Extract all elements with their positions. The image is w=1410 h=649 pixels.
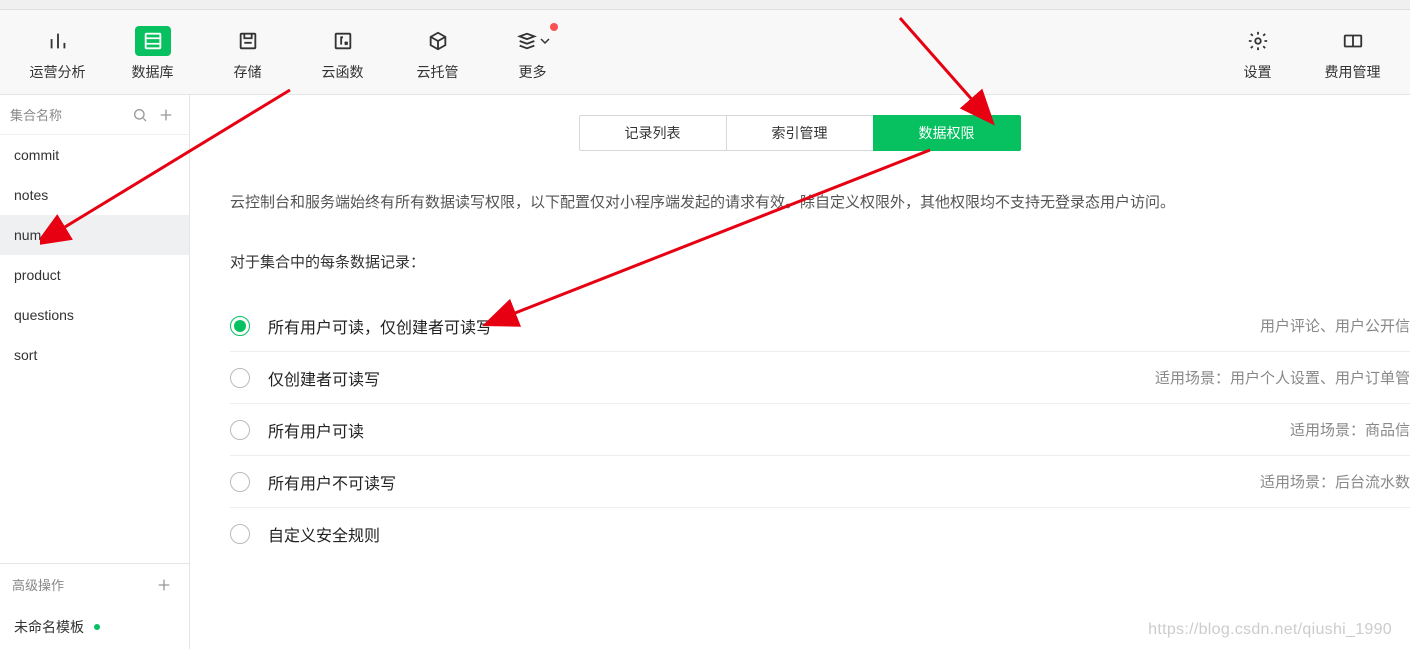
radio-icon[interactable] <box>230 524 250 544</box>
nav-item-more[interactable]: 更多 <box>485 19 580 89</box>
collection-label: notes <box>14 187 48 203</box>
content-inner: 云控制台和服务端始终有所有数据读写权限，以下配置仅对小程序端发起的请求有效。除自… <box>190 191 1410 560</box>
search-icon[interactable] <box>127 102 153 128</box>
nav-label: 存储 <box>234 62 262 82</box>
permission-option-3[interactable]: 所有用户可读 适用场景：商品信 <box>230 404 1410 456</box>
main-layout: 集合名称 commit notes num product questions … <box>0 95 1410 649</box>
collection-label: sort <box>14 347 37 363</box>
option-hint: 适用场景：商品信 <box>1290 419 1410 440</box>
option-hint: 适用场景：后台流水数 <box>1260 471 1410 492</box>
nav-item-settings[interactable]: 设置 <box>1210 19 1305 89</box>
sidebar-gap <box>0 375 189 563</box>
cube-icon <box>420 26 456 56</box>
content-area: 记录列表 索引管理 数据权限 云控制台和服务端始终有所有数据读写权限，以下配置仅… <box>190 95 1410 649</box>
collection-item-sort[interactable]: sort <box>0 335 189 375</box>
sidebar: 集合名称 commit notes num product questions … <box>0 95 190 649</box>
collection-item-notes[interactable]: notes <box>0 175 189 215</box>
sidebar-template-label: 未命名模板 <box>14 617 84 637</box>
bar-chart-icon <box>40 26 76 56</box>
caret-down-icon <box>540 36 550 46</box>
radio-icon[interactable] <box>230 368 250 388</box>
nav-label: 费用管理 <box>1325 62 1381 82</box>
tabs: 记录列表 索引管理 数据权限 <box>190 115 1410 151</box>
collection-label: questions <box>14 307 74 323</box>
tab-label: 索引管理 <box>772 123 828 143</box>
collection-list: commit notes num product questions sort <box>0 135 189 375</box>
nav-label: 更多 <box>519 62 547 82</box>
tab-label: 记录列表 <box>625 123 681 143</box>
option-label: 所有用户可读 <box>268 418 1290 442</box>
permission-option-1[interactable]: 所有用户可读，仅创建者可读写 用户评论、用户公开信 <box>230 300 1410 352</box>
top-navbar: 运营分析 数据库 存储 <box>0 10 1410 95</box>
top-navbar-inner: 运营分析 数据库 存储 <box>10 10 1400 95</box>
top-navbar-right: 设置 费用管理 <box>1210 15 1400 89</box>
radio-icon[interactable] <box>230 472 250 492</box>
permission-option-5[interactable]: 自定义安全规则 <box>230 508 1410 560</box>
sidebar-advanced-section[interactable]: 高级操作 <box>0 563 189 605</box>
tab-label: 数据权限 <box>919 123 975 143</box>
option-hint: 适用场景：用户个人设置、用户订单管 <box>1155 367 1410 388</box>
status-dot-icon <box>94 624 100 630</box>
tab-index[interactable]: 索引管理 <box>726 115 874 151</box>
collection-label: commit <box>14 147 59 163</box>
permission-option-4[interactable]: 所有用户不可读写 适用场景：后台流水数 <box>230 456 1410 508</box>
sidebar-header-label: 集合名称 <box>10 105 127 124</box>
collection-item-commit[interactable]: commit <box>0 135 189 175</box>
notification-dot-icon <box>550 23 558 31</box>
nav-item-database[interactable]: 数据库 <box>105 19 200 89</box>
nav-item-cloud-functions[interactable]: 云函数 <box>295 19 390 89</box>
function-icon <box>325 26 361 56</box>
collection-item-questions[interactable]: questions <box>0 295 189 335</box>
sidebar-advanced-label: 高级操作 <box>12 575 151 594</box>
plus-icon[interactable] <box>153 102 179 128</box>
gear-icon <box>1240 26 1276 56</box>
nav-label: 云托管 <box>417 62 459 82</box>
nav-item-storage[interactable]: 存储 <box>200 19 295 89</box>
collection-label: product <box>14 267 61 283</box>
option-hint: 用户评论、用户公开信 <box>1260 315 1410 336</box>
collection-item-product[interactable]: product <box>0 255 189 295</box>
save-icon <box>230 26 266 56</box>
permission-description: 云控制台和服务端始终有所有数据读写权限，以下配置仅对小程序端发起的请求有效。除自… <box>230 191 1410 215</box>
option-label: 仅创建者可读写 <box>268 366 1155 390</box>
nav-item-cloud-hosting[interactable]: 云托管 <box>390 19 485 89</box>
option-label: 自定义安全规则 <box>268 522 1410 546</box>
option-label: 所有用户可读，仅创建者可读写 <box>268 314 1260 338</box>
nav-item-billing[interactable]: 费用管理 <box>1305 19 1400 89</box>
collection-item-num[interactable]: num <box>0 215 189 255</box>
database-icon <box>135 26 171 56</box>
nav-label: 数据库 <box>132 62 174 82</box>
radio-icon[interactable] <box>230 420 250 440</box>
title-bar-strip <box>0 0 1410 10</box>
plus-icon[interactable] <box>151 572 177 598</box>
nav-label: 运营分析 <box>30 62 86 82</box>
tab-permissions[interactable]: 数据权限 <box>873 115 1021 151</box>
option-label: 所有用户不可读写 <box>268 470 1260 494</box>
radio-icon[interactable] <box>230 316 250 336</box>
sidebar-template-item[interactable]: 未命名模板 <box>0 605 189 649</box>
collection-label: num <box>14 227 41 243</box>
nav-label: 设置 <box>1244 62 1272 82</box>
billing-icon <box>1335 26 1371 56</box>
nav-label: 云函数 <box>322 62 364 82</box>
nav-item-analytics[interactable]: 运营分析 <box>10 19 105 89</box>
layers-icon <box>515 26 551 56</box>
sidebar-header: 集合名称 <box>0 95 189 135</box>
permission-subhead: 对于集合中的每条数据记录： <box>230 251 1410 272</box>
tab-records[interactable]: 记录列表 <box>579 115 727 151</box>
permission-option-2[interactable]: 仅创建者可读写 适用场景：用户个人设置、用户订单管 <box>230 352 1410 404</box>
